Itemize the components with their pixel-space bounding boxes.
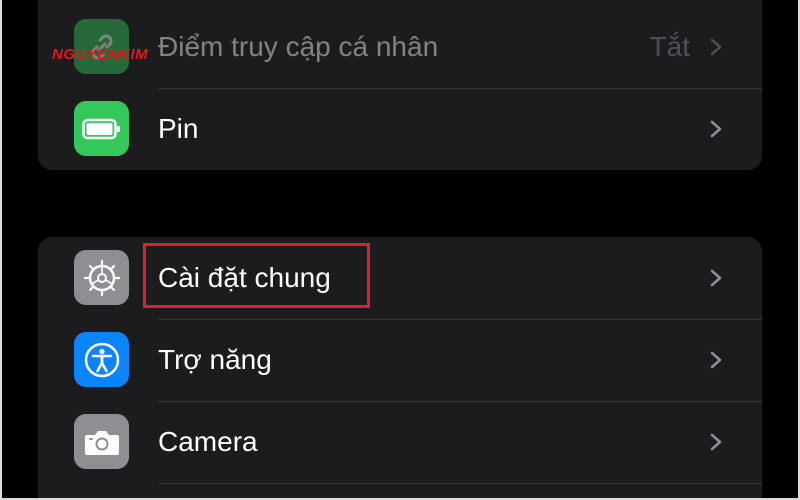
watermark-logo: NGUYENKIM (52, 46, 149, 63)
highlight-box (143, 243, 370, 308)
frame-border-left (0, 0, 2, 500)
settings-screen: Điểm truy cập cá nhân Tắt Pin Cài đặt ch… (0, 0, 800, 500)
gear-icon (74, 250, 129, 305)
row-battery[interactable]: Pin (38, 88, 762, 170)
camera-icon (74, 414, 129, 469)
row-value: Tắt (649, 31, 690, 62)
chevron-right-icon (710, 269, 722, 287)
row-label: Camera (158, 426, 258, 457)
row-label: Điểm truy cập cá nhân (158, 31, 439, 62)
chevron-right-icon (710, 120, 722, 138)
row-label: Trợ năng (158, 344, 272, 375)
row-accessibility[interactable]: Trợ năng (38, 319, 762, 401)
battery-icon (74, 101, 129, 156)
accessibility-icon (74, 332, 129, 387)
chevron-right-icon (710, 351, 722, 369)
row-label: Pin (158, 113, 199, 144)
chevron-right-icon (710, 38, 722, 56)
chevron-right-icon (710, 433, 722, 451)
settings-group-connectivity: Điểm truy cập cá nhân Tắt Pin (38, 0, 762, 170)
divider (158, 483, 762, 484)
row-camera[interactable]: Camera (38, 401, 762, 483)
